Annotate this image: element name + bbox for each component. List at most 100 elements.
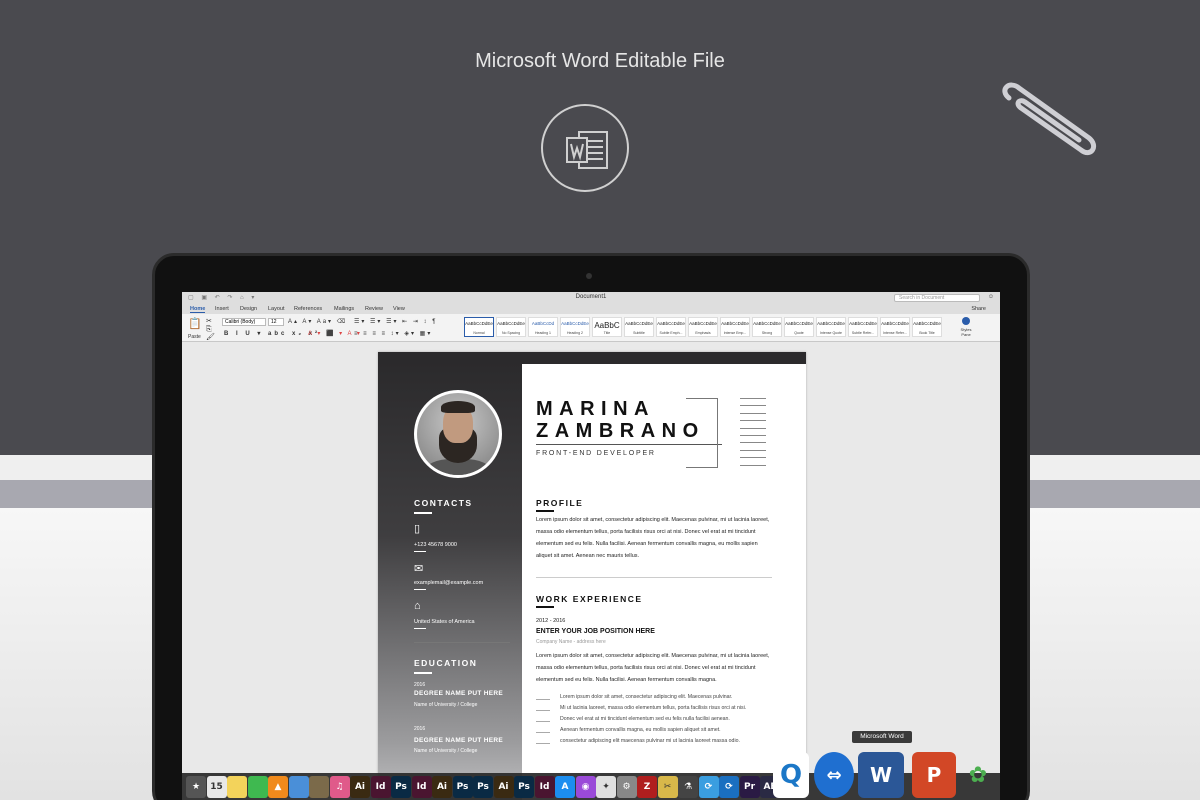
address-text: United States of America — [414, 619, 475, 625]
style-item[interactable]: AaBbCcDdEe Subtle Emph... — [656, 317, 686, 337]
resume-sidebar: CONTACTS ▯ +123 45678 9000 ✉ examplemail… — [378, 352, 522, 800]
job-line: massa odio elementum tellus, porta facil… — [536, 665, 756, 671]
style-name: Intense Refer... — [883, 331, 907, 335]
itunes-icon[interactable]: ♫ — [329, 776, 350, 798]
search-input[interactable]: Search in Document — [894, 294, 980, 302]
work-underline — [536, 606, 554, 608]
illustrator-icon[interactable]: Ai — [493, 776, 514, 798]
photoshop-icon[interactable]: Ps — [473, 776, 493, 798]
font-size-select[interactable]: 12 — [268, 318, 284, 326]
style-item[interactable]: AaBbCcDdEe Intense Refer... — [880, 317, 910, 337]
styles-pane-icon — [962, 317, 970, 325]
system-icon[interactable]: ⚙ — [616, 776, 637, 798]
app-store-icon[interactable]: A — [555, 776, 575, 798]
smiley-icon[interactable]: ☺ — [988, 294, 994, 300]
indesign-icon[interactable]: Id — [411, 776, 432, 798]
list-buttons[interactable]: ☰▾ ☰▾ ☰▾ ⇤ ⇥ ↕ ¶ — [354, 318, 437, 325]
education-heading: EDUCATION — [414, 658, 478, 668]
premiere-icon[interactable]: Pr — [739, 776, 760, 798]
resume-main: MARINA ZAMBRANO FRONT-END DEVELOPER PROF… — [522, 352, 806, 800]
utility-icon[interactable]: ⚗ — [678, 776, 698, 798]
resume-last-name: ZAMBRANO — [536, 420, 705, 442]
notes-icon[interactable] — [227, 776, 247, 798]
photoshop-icon[interactable]: Ps — [452, 776, 473, 798]
profile-line: massa odio elementum tellus, porta facil… — [536, 529, 756, 535]
paste-icon[interactable]: 📋 — [188, 317, 202, 330]
styles-pane-label: Styles Pane — [960, 327, 972, 337]
safari-icon[interactable]: ✦ — [596, 776, 616, 798]
scissors-icon[interactable]: ✂ — [657, 776, 678, 798]
style-item[interactable]: AaBbCcDdEe Emphasis — [688, 317, 718, 337]
tab-insert[interactable]: Insert — [215, 306, 229, 312]
style-sample: AaBbCcDdEe — [721, 321, 749, 326]
style-item[interactable]: AaBbCcDdEe Strong — [752, 317, 782, 337]
clipboard-icons[interactable]: ✂ ⎘ 🖌 — [206, 318, 215, 342]
tab-review[interactable]: Review — [365, 306, 383, 312]
podcast-icon[interactable]: ◉ — [575, 776, 596, 798]
sidebar-divider — [414, 642, 510, 643]
teamviewer-icon[interactable]: ⇔ — [814, 752, 854, 798]
preview-icon[interactable] — [288, 776, 309, 798]
job-line: elementum sed eu felis. Nulla facilisi. … — [536, 677, 717, 683]
style-sample: AaBbCcDdEe — [689, 321, 717, 326]
microsoft-word-dock-icon[interactable]: W — [858, 752, 904, 798]
education-school: Name of University / College — [414, 702, 478, 708]
education-underline — [414, 672, 432, 674]
illustrator-icon[interactable]: Ai — [350, 776, 370, 798]
star-icon[interactable]: ★ — [186, 776, 206, 798]
tab-layout[interactable]: Layout — [268, 306, 285, 312]
keynote-icon[interactable] — [309, 776, 329, 798]
style-item[interactable]: AaBbCcDdEe No Spacing — [496, 317, 526, 337]
share-button[interactable]: Share — [971, 306, 986, 312]
style-item[interactable]: AaBbCcDdEe Book Title — [912, 317, 942, 337]
home-icon: ⌂ — [414, 600, 421, 612]
tab-references[interactable]: References — [294, 306, 322, 312]
banner-headline: Microsoft Word Editable File — [475, 50, 725, 72]
font-format-buttons[interactable]: B I U ▾ abc x₂ x² — [224, 330, 320, 337]
word-document-icon — [541, 104, 629, 192]
tab-view[interactable]: View — [393, 306, 405, 312]
quicktime-icon[interactable]: Q — [773, 752, 809, 798]
illustrator-icon[interactable]: Ai — [432, 776, 452, 798]
filezilla-icon[interactable]: Z — [637, 776, 657, 798]
style-item[interactable]: AaBbCcDdEe Intense Emp... — [720, 317, 750, 337]
tab-mailings[interactable]: Mailings — [334, 306, 354, 312]
calendar-icon[interactable]: 15 — [206, 776, 227, 798]
indesign-icon[interactable]: Id — [534, 776, 555, 798]
profile-photo — [414, 390, 502, 478]
facetime-icon[interactable] — [247, 776, 268, 798]
job-line: Lorem ipsum dolor sit amet, consectetur … — [536, 653, 770, 659]
resume-role: FRONT-END DEVELOPER — [536, 450, 656, 457]
photoshop-icon[interactable]: Ps — [514, 776, 534, 798]
align-buttons[interactable]: ≡ ≡ ≡ ≡ ↕▾ ◈▾ ▦▾ — [354, 330, 432, 337]
powerpoint-icon[interactable]: P — [912, 752, 956, 798]
style-item[interactable]: AaBbCcDdEe Normal — [464, 317, 494, 337]
font-size-buttons[interactable]: A▴ A▾ Aa▾ ⌫ — [288, 318, 347, 325]
style-item[interactable]: AaBbCcDdEe Heading 2 — [560, 317, 590, 337]
resume-first-name: MARINA — [536, 398, 655, 420]
style-item[interactable]: AaBbCcDdEe Intense Quote — [816, 317, 846, 337]
style-item[interactable]: AaBbC Title — [592, 317, 622, 337]
indesign-icon[interactable]: Id — [370, 776, 391, 798]
style-sample: AaBbCcDdEe — [561, 321, 589, 326]
style-item[interactable]: AaBbCcDd Heading 1 — [528, 317, 558, 337]
style-item[interactable]: AaBbCcDdEe Subtitle — [624, 317, 654, 337]
sync-icon[interactable]: ⟳ — [719, 776, 739, 798]
company-name: Company Name - address here — [536, 639, 606, 645]
sync-icon[interactable]: ⟳ — [698, 776, 719, 798]
word-window: ▢ ▣ ↶ ↷ ⌂ ▾ Document1 Search in Document… — [182, 292, 1000, 800]
phone-text: +123 45678 9000 — [414, 542, 457, 548]
job-bullet: Lorem ipsum dolor sit amet, consectetur … — [536, 694, 772, 704]
styles-pane-button[interactable]: Styles Pane — [956, 317, 976, 337]
vlc-icon[interactable]: ▲ — [268, 776, 288, 798]
job-bullet: consectetur adipiscing elit maecenas pul… — [536, 738, 772, 748]
parrot-icon[interactable]: ✿ — [960, 752, 996, 798]
style-item[interactable]: AaBbCcDdEe Subtle Refer... — [848, 317, 878, 337]
photoshop-icon[interactable]: Ps — [391, 776, 411, 798]
tab-home[interactable]: Home — [190, 306, 206, 313]
decorative-stripes — [740, 398, 766, 472]
style-name: Subtle Refer... — [851, 331, 875, 335]
style-item[interactable]: AaBbCcDdEe Quote — [784, 317, 814, 337]
font-name-select[interactable]: Calibri (Body) — [222, 318, 266, 326]
tab-design[interactable]: Design — [240, 306, 257, 312]
